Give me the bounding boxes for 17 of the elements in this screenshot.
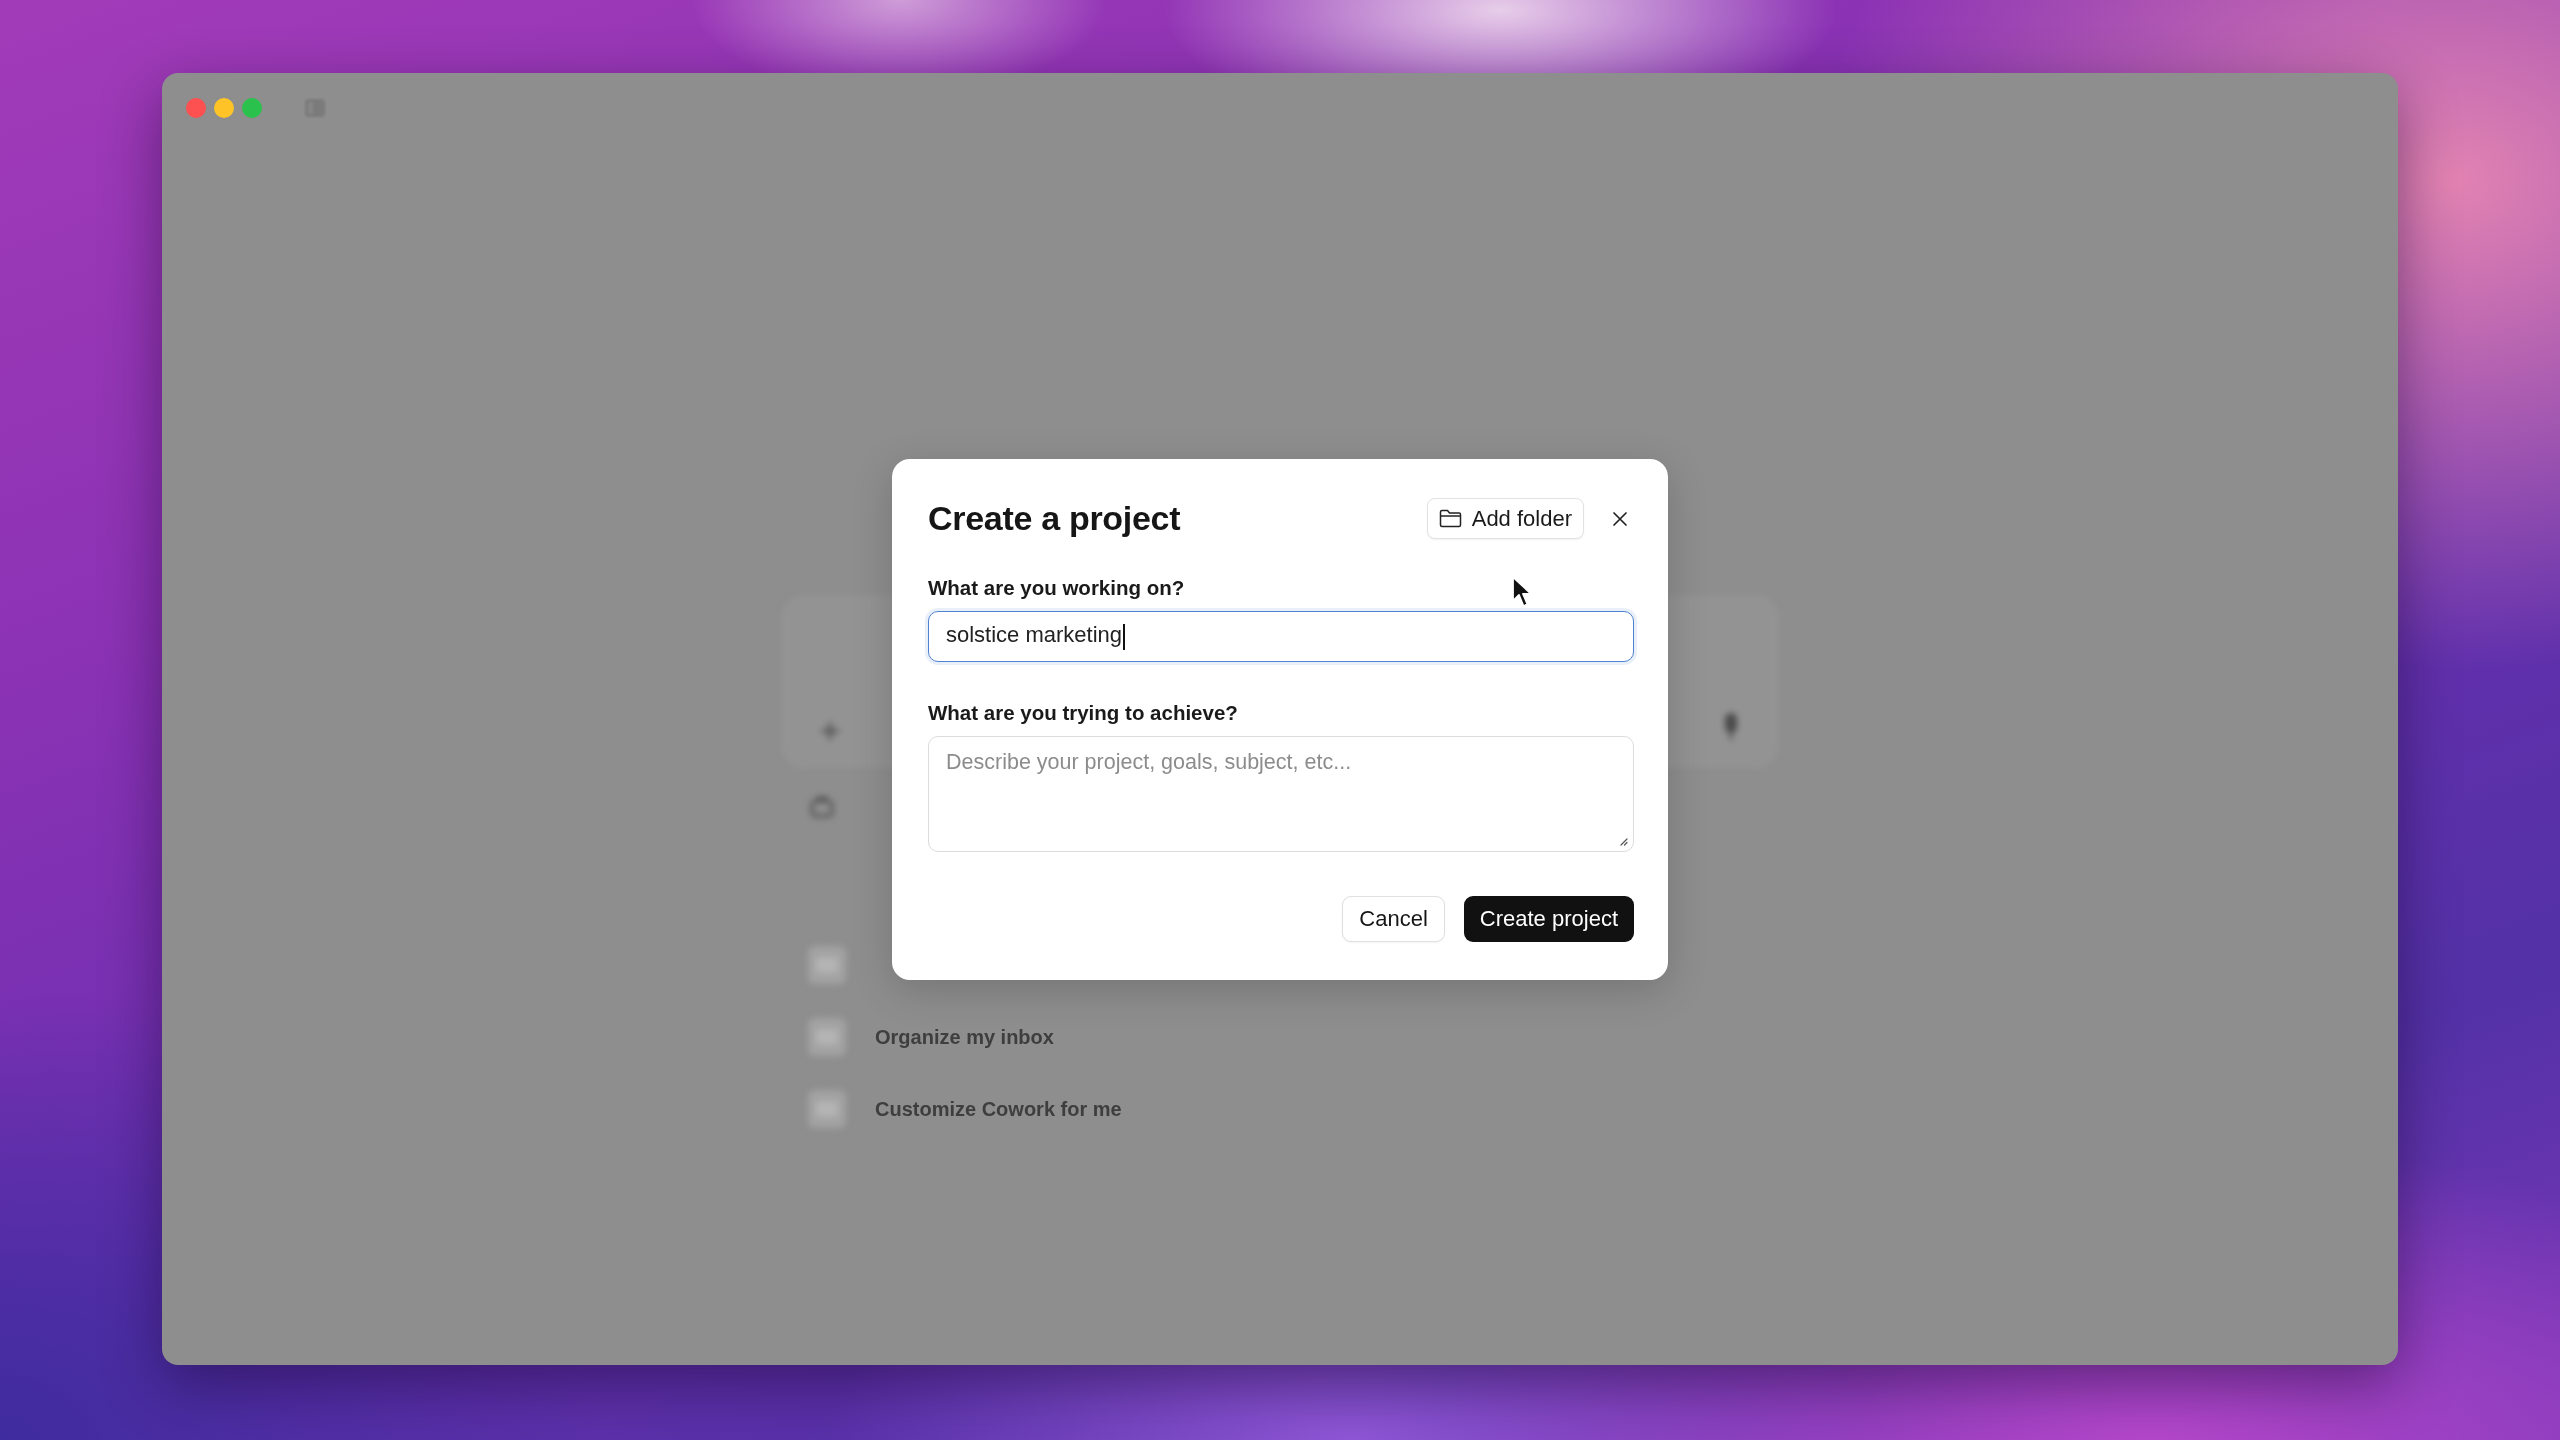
image-tile-icon [807, 1017, 847, 1057]
cancel-button[interactable]: Cancel [1342, 895, 1445, 942]
field-label: What are you working on? [928, 574, 1185, 601]
plus-icon [819, 720, 841, 742]
add-folder-button[interactable]: Add folder [1426, 498, 1584, 539]
minimize-window-icon[interactable] [214, 98, 234, 118]
text-input-field[interactable]: solstice marketing [928, 610, 1634, 662]
close-window-icon[interactable] [186, 98, 206, 118]
close-icon [1612, 510, 1628, 527]
zoom-window-icon[interactable] [242, 98, 262, 118]
image-tile-icon [807, 945, 847, 985]
dialog-title: Create a project [928, 499, 1181, 538]
create-project-button[interactable]: Create project [1463, 895, 1634, 942]
briefcase-icon [810, 794, 834, 818]
field-label: What are you trying to achieve? [928, 699, 1238, 726]
image-tile-icon [807, 1089, 847, 1129]
folder-icon [1438, 509, 1462, 528]
